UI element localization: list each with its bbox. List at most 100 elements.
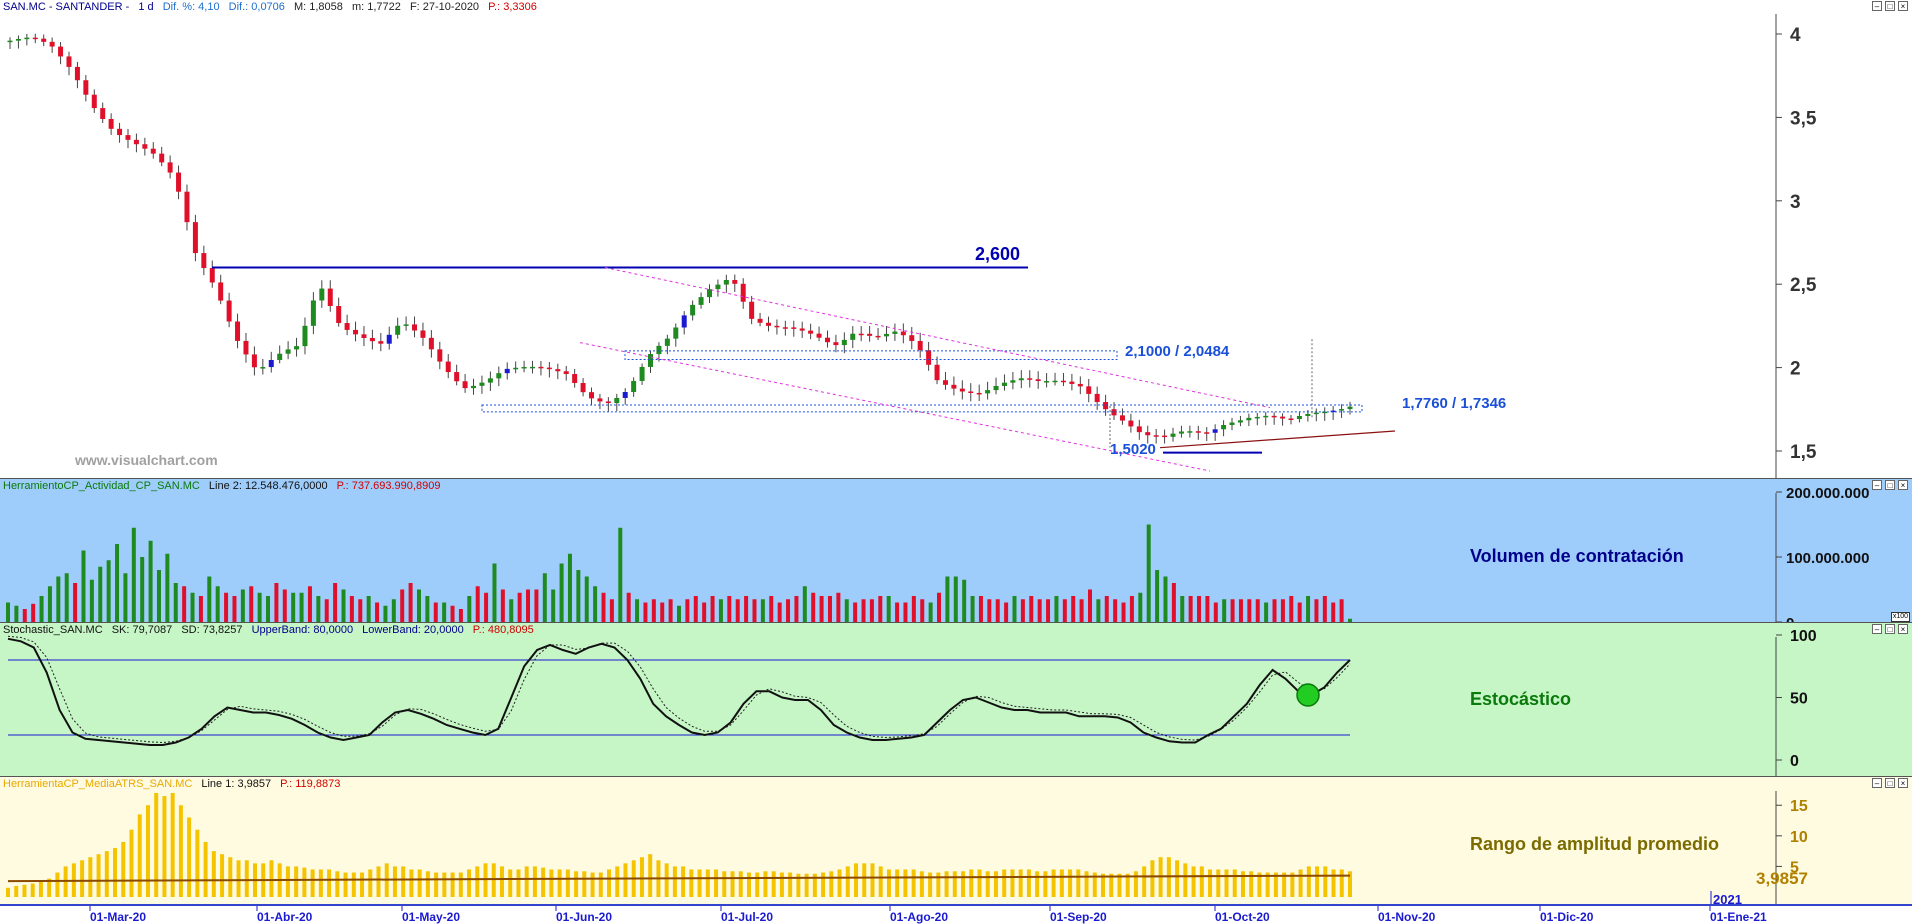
volume-bar <box>1297 602 1302 622</box>
atr-bar <box>1059 869 1064 897</box>
candle-body <box>100 108 106 119</box>
candle-body <box>597 398 603 402</box>
atr-bar <box>1339 869 1344 897</box>
volume-bar <box>1129 596 1134 622</box>
atr-bar <box>681 866 686 897</box>
atr-bar <box>178 805 183 897</box>
candle-body <box>176 172 182 192</box>
candle-body <box>546 367 552 370</box>
zone2-box <box>481 404 1363 413</box>
atr-bar <box>491 863 496 897</box>
price-chart[interactable]: 4 3,5 3 2,5 2 1,5 <box>0 0 1912 478</box>
atr-bar <box>508 869 513 897</box>
candle-body <box>395 325 401 335</box>
candle-body <box>942 380 948 385</box>
candle-body <box>285 349 291 354</box>
candle-body <box>900 331 906 336</box>
candle-body <box>159 153 165 163</box>
price-pane: SAN.MC - SANTANDER - 1 d Dif. %: 4,10 Di… <box>0 0 1912 478</box>
stochastic-chart[interactable]: 100 50 0 <box>0 623 1912 777</box>
atr-bar <box>582 871 587 897</box>
candle-body <box>1280 416 1286 419</box>
volume-bar <box>383 605 388 622</box>
volume-bar <box>702 602 707 622</box>
atr-bar <box>755 872 760 897</box>
candle-body <box>1001 382 1007 386</box>
volume-bar <box>1188 596 1193 622</box>
candle-body <box>1313 412 1319 415</box>
volume-bar <box>425 596 430 622</box>
atr-bar <box>450 872 455 897</box>
candle-body <box>639 366 645 381</box>
volume-bar <box>106 560 111 622</box>
candle-body <box>226 300 232 322</box>
atr-bar <box>1026 869 1031 897</box>
volume-bar <box>115 544 120 622</box>
atr-bar <box>1010 869 1015 897</box>
atr-bar <box>845 866 850 897</box>
candle-body <box>437 349 443 362</box>
atr-bar <box>565 869 570 897</box>
atr-bar <box>672 866 677 897</box>
candle-body <box>1162 435 1168 438</box>
candle-body <box>487 378 493 383</box>
atr-bar <box>38 881 43 897</box>
candle-body <box>403 324 409 326</box>
atr-bar <box>30 883 35 897</box>
volume-bar <box>467 596 472 622</box>
atr-bar <box>639 857 644 897</box>
candle-body <box>83 80 89 95</box>
atr-bar <box>417 869 422 897</box>
volume-bar <box>710 596 715 622</box>
volume-bar <box>1146 524 1151 622</box>
volume-bar <box>609 599 614 622</box>
volume-bar <box>341 589 346 622</box>
candle-body <box>875 335 881 338</box>
volume-bar <box>81 550 86 622</box>
atr-bar <box>779 872 784 897</box>
atr-bar <box>236 860 241 897</box>
atr-bar <box>738 871 743 897</box>
volume-bar <box>1004 602 1009 622</box>
atr-bar <box>516 869 521 897</box>
volume-bar <box>693 596 698 622</box>
atr-bar <box>730 871 735 897</box>
atr-bar <box>458 872 463 897</box>
atr-bar <box>524 866 529 897</box>
atr-bar <box>162 796 167 897</box>
volume-bar <box>995 599 1000 622</box>
volume-bar <box>98 566 103 622</box>
zone2-label: 1,7760 / 1,7346 <box>1402 395 1507 412</box>
candle-body <box>1103 402 1109 410</box>
volume-bar <box>777 602 782 622</box>
atr-bar <box>499 866 504 897</box>
atr-bar <box>1150 860 1155 897</box>
atr-bar <box>88 857 93 897</box>
candle-body <box>479 382 485 386</box>
atr-bar <box>557 869 562 897</box>
candle-body <box>1339 409 1345 411</box>
atr-bar <box>228 857 233 897</box>
atr-bar <box>607 869 612 897</box>
candle-body <box>24 37 30 40</box>
atr-bar <box>746 872 751 897</box>
candle-body <box>808 330 814 334</box>
atr-bar <box>360 872 365 897</box>
volume-bar <box>173 583 178 622</box>
volume-bar <box>475 586 480 622</box>
price-tick-label: 3,5 <box>1790 108 1817 129</box>
volume-bar <box>282 589 287 622</box>
atr-bar <box>211 851 216 897</box>
candle-body <box>850 333 856 340</box>
atr-bar <box>936 872 941 897</box>
atr-bar <box>1315 866 1320 897</box>
volume-bar <box>500 589 505 622</box>
atr-bar <box>310 869 315 897</box>
volume-bar <box>1163 576 1168 622</box>
volume-bar <box>307 586 312 622</box>
atr-bar <box>467 869 472 897</box>
candle-body <box>816 333 822 338</box>
candle-body <box>1035 379 1041 382</box>
candle-body <box>572 374 578 384</box>
candle-body <box>445 361 451 373</box>
